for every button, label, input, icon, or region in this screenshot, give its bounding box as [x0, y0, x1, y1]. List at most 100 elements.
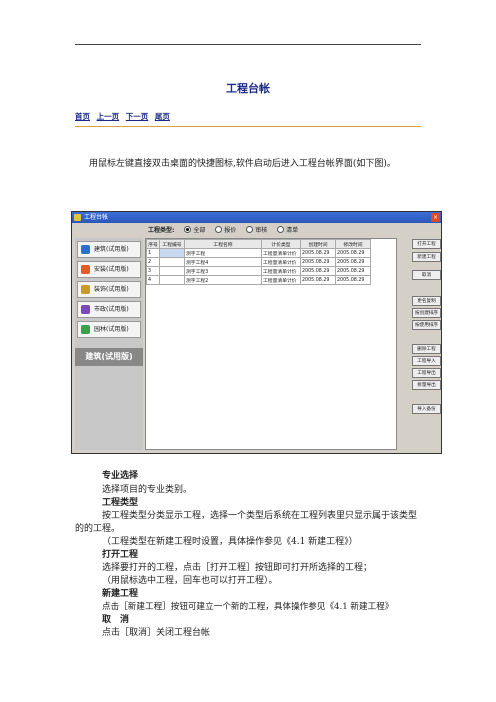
project-table: 序号 工程编号 工程名称 计价类型 创建时间 修改时间 1 测字工程 工程量清单计价…	[145, 238, 397, 450]
sort-used-button[interactable]: 按使用排序	[412, 320, 441, 330]
rename-copy-button[interactable]: 更名复制	[412, 296, 441, 306]
cell	[159, 248, 185, 258]
nav-last-link[interactable]: 尾页	[155, 112, 170, 121]
import-project-button[interactable]: 工程导入	[412, 356, 441, 366]
delete-project-button[interactable]: 删除工程	[412, 344, 441, 354]
specialty-sidebar: 建筑(试用版) 安装(试用版) 装饰(试用版) 市政(试用版) 园林(试用版) …	[75, 238, 143, 450]
section-type-text: 按工程类型分类显示工程，选择一个类型后系统在工程列表里只显示属于该类型的的工程。	[75, 511, 418, 534]
cell: 测字工程2	[184, 275, 262, 285]
section-open-text: 选择要打开的工程，点击［打开工程］按钮即可打开所选择的工程；	[102, 563, 373, 573]
cell: 2005.08.29	[300, 275, 336, 285]
cell	[159, 266, 185, 276]
sidebar-item-label: 园林(试用版)	[94, 326, 129, 333]
cell: 工程量清单计价	[261, 275, 301, 285]
table-row[interactable]: 3 测字工程3 工程量清单计价 2005.08.29 2005.08.29	[146, 266, 371, 276]
radio-all-label: 全部	[193, 227, 206, 234]
nav-first-link[interactable]: 首页	[75, 112, 90, 121]
close-icon[interactable]: ×	[431, 213, 440, 222]
col-index: 序号	[146, 239, 160, 249]
cell	[159, 275, 185, 285]
section-specialty-text: 选择项目的专业类别。	[102, 485, 193, 495]
section-open-note: （用鼠标选中工程，回车也可以打开工程）。	[102, 576, 278, 586]
cell: 工程量清单计价	[261, 248, 301, 258]
building-icon	[81, 245, 90, 254]
cell: 工程量清单计价	[261, 266, 301, 276]
export-project-button[interactable]: 工程导出	[412, 368, 441, 378]
section-new-heading: 新建工程	[102, 589, 139, 599]
radio-bill[interactable]	[277, 226, 285, 233]
type-label: 工程类型:	[148, 227, 175, 234]
cell	[159, 257, 185, 267]
sort-created-button[interactable]: 按创建排序	[412, 308, 441, 318]
type-filter: 工程类型: 全部 报价 审核 清单	[148, 225, 298, 234]
page-title: 工程台帐	[226, 82, 270, 95]
top-rule	[75, 44, 421, 45]
section-new-text: 点击［新建工程］按钮可建立一个新的工程，具体操作参见《4.1 新建工程》	[102, 602, 394, 612]
nav-divider	[75, 126, 421, 127]
cell: 测字工程3	[184, 266, 262, 276]
sidebar-item-install[interactable]: 安装(试用版)	[77, 261, 141, 278]
intro-paragraph: 用鼠标左键直接双击桌面的快捷图标,软件启动后进入工程台帐界面(如下图)。	[89, 159, 396, 169]
window-titlebar: 工程台帐 ×	[72, 212, 441, 223]
section-cancel-text: 点击［取消］关闭工程台帐	[102, 628, 211, 638]
municipal-icon	[81, 305, 90, 314]
cell: 2005.08.29	[335, 266, 371, 276]
table-row[interactable]: 2 测字工程4 工程量清单计价 2005.08.29 2005.08.29	[146, 257, 371, 267]
install-icon	[81, 265, 90, 274]
cell: 工程量清单计价	[261, 257, 301, 267]
cell: 2005.08.29	[300, 248, 336, 258]
page-nav: 首页 上一页 下一页 尾页	[75, 111, 174, 122]
nav-next-link[interactable]: 下一页	[126, 112, 149, 121]
sidebar-item-municipal[interactable]: 市政(试用版)	[77, 301, 141, 318]
cancel-button[interactable]: 取消	[412, 270, 441, 280]
section-specialty-heading: 专业选择	[102, 471, 139, 481]
sidebar-item-label: 安装(试用版)	[94, 266, 129, 273]
sidebar-item-garden[interactable]: 园林(试用版)	[77, 321, 141, 338]
open-project-button[interactable]: 打开工程	[412, 239, 441, 249]
sidebar-item-label: 建筑(试用版)	[94, 246, 129, 253]
cell: 测字工程4	[184, 257, 262, 267]
sidebar-item-building[interactable]: 建筑(试用版)	[77, 241, 141, 258]
import-backup-button[interactable]: 导入备份	[412, 404, 441, 414]
col-name: 工程名称	[184, 239, 262, 249]
radio-audit-label: 审核	[255, 227, 268, 234]
cell: 2	[146, 257, 160, 267]
sidebar-item-label: 市政(试用版)	[94, 306, 129, 313]
nav-prev-link[interactable]: 上一页	[97, 112, 120, 121]
cell: 2005.08.29	[335, 248, 371, 258]
col-modified: 修改时间	[335, 239, 371, 249]
radio-bill-label: 清单	[286, 227, 299, 234]
app-icon	[74, 214, 81, 221]
new-project-button[interactable]: 新建工程	[412, 252, 441, 262]
sidebar-item-label: 装饰(试用版)	[94, 286, 129, 293]
section-cancel-heading: 取 消	[102, 615, 130, 625]
cell: 2005.08.29	[335, 275, 371, 285]
app-window: 工程台帐 × 工程类型: 全部 报价 审核 清单 建筑(试用版) 安装(试用版)…	[71, 211, 442, 454]
table-header: 序号 工程编号 工程名称 计价类型 创建时间 修改时间	[146, 239, 371, 249]
split-export-button[interactable]: 拆量导出	[412, 380, 441, 390]
table-row[interactable]: 1 测字工程 工程量清单计价 2005.08.29 2005.08.29	[146, 248, 371, 258]
cell: 3	[146, 266, 160, 276]
cell: 2005.08.29	[300, 266, 336, 276]
garden-icon	[81, 325, 90, 334]
decoration-icon	[81, 285, 90, 294]
section-type-heading: 工程类型	[102, 498, 139, 508]
cell: 4	[146, 275, 160, 285]
cell: 1	[146, 248, 160, 258]
window-title: 工程台帐	[84, 214, 109, 221]
radio-all[interactable]	[184, 226, 192, 233]
col-code: 工程编号	[159, 239, 185, 249]
radio-audit[interactable]	[246, 226, 254, 233]
sidebar-item-decoration[interactable]: 装饰(试用版)	[77, 281, 141, 298]
section-type-note: （工程类型在新建工程时设置，具体操作参见《4.1 新建工程》）	[102, 537, 358, 547]
cell: 2005.08.29	[335, 257, 371, 267]
col-created: 创建时间	[300, 239, 336, 249]
radio-quote[interactable]	[215, 226, 223, 233]
col-pricing: 计价类型	[261, 239, 301, 249]
current-specialty: 建筑(试用版)	[75, 348, 143, 366]
radio-quote-label: 报价	[224, 227, 237, 234]
cell: 测字工程	[184, 248, 262, 258]
table-row[interactable]: 4 测字工程2 工程量清单计价 2005.08.29 2005.08.29	[146, 275, 371, 285]
cell: 2005.08.29	[300, 257, 336, 267]
section-open-heading: 打开工程	[102, 550, 139, 560]
